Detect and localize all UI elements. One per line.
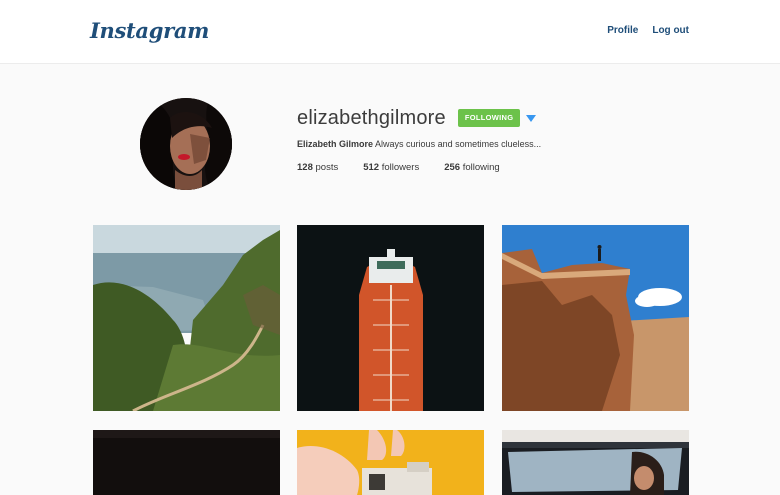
followers-stat[interactable]: 512 followers <box>363 162 419 173</box>
username: elizabethgilmore <box>297 106 446 129</box>
followers-count: 512 <box>363 162 380 173</box>
profile-stats: 128 posts 512 followers 256 following <box>297 162 697 173</box>
logout-link[interactable]: Log out <box>652 25 689 36</box>
following-stat[interactable]: 256 following <box>444 162 499 173</box>
top-navigation-bar: Instagram Profile Log out <box>0 0 780 64</box>
following-label: following <box>462 162 500 173</box>
post-image <box>502 430 689 495</box>
post-image <box>93 430 280 495</box>
posts-stat: 128 posts <box>297 162 338 173</box>
profile-link[interactable]: Profile <box>607 25 638 36</box>
dropdown-caret-icon[interactable] <box>526 114 537 122</box>
post-thumbnail-dark[interactable] <box>93 430 280 495</box>
instagram-logo[interactable]: Instagram <box>90 18 209 43</box>
post-image <box>93 225 280 411</box>
following-button[interactable]: FOLLOWING <box>457 109 521 127</box>
post-thumbnail-sandstone-cliff[interactable] <box>502 225 689 411</box>
full-name: Elizabeth Gilmore <box>297 139 374 149</box>
post-thumbnail-tanker-ship[interactable] <box>297 225 484 411</box>
bio-text: Always curious and sometimes clueless... <box>375 139 542 149</box>
profile-avatar <box>140 98 232 190</box>
profile-info: elizabethgilmore FOLLOWING Elizabeth Gil… <box>297 106 697 174</box>
username-row: elizabethgilmore FOLLOWING <box>297 106 697 130</box>
post-thumbnail-hand-camera[interactable] <box>297 430 484 495</box>
header-nav: Profile Log out <box>607 25 689 36</box>
post-image <box>297 430 484 495</box>
following-count: 256 <box>444 162 461 173</box>
post-image <box>297 225 484 411</box>
post-thumbnail-coastal-cliff[interactable] <box>93 225 280 411</box>
posts-count: 128 <box>297 162 313 173</box>
bio-line: Elizabeth Gilmore Always curious and som… <box>297 139 697 149</box>
avatar-photo <box>140 98 232 190</box>
followers-label: followers <box>381 162 420 173</box>
post-thumbnail-car-window[interactable] <box>502 430 689 495</box>
post-image <box>502 225 689 411</box>
posts-label: posts <box>315 162 339 173</box>
